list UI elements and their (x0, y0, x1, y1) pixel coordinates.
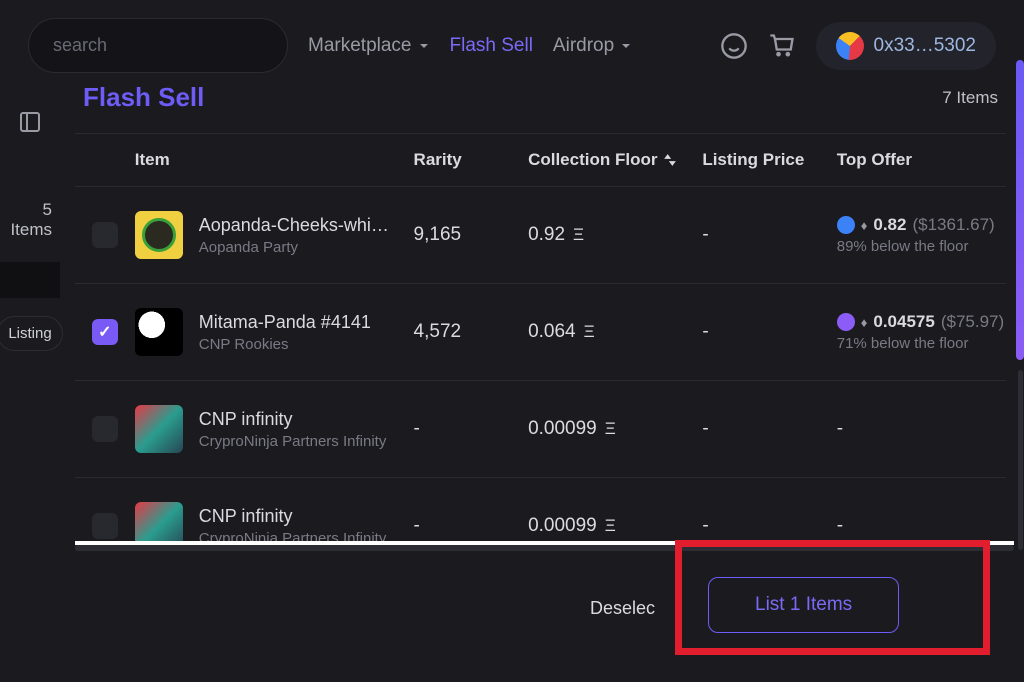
chevron-down-icon (620, 40, 632, 52)
item-collection: Aopanda Party (199, 239, 389, 256)
scrollbar-accent[interactable] (1016, 60, 1024, 360)
offer-cell: ♦ 0.04575 ($75.97) 71% below the floor (837, 312, 1006, 352)
row-checkbox[interactable] (92, 513, 118, 539)
floor-value: 0.92Ξ (528, 224, 702, 246)
nav-label: Flash Sell (450, 35, 533, 57)
wallet-avatar (836, 32, 864, 60)
table-row[interactable]: Mitama-Panda #4141 CNP Rookies 4,572 0.0… (75, 283, 1006, 380)
col-offer[interactable]: Top Offer (837, 150, 1006, 170)
nft-thumbnail (135, 308, 183, 356)
offer-usd: ($1361.67) (912, 215, 994, 235)
footer-divider-grey (75, 545, 1014, 551)
floor-value: 0.00099Ξ (528, 418, 702, 440)
sidebar-items-count: 5 Items (0, 190, 60, 250)
rarity-value: 4,572 (414, 321, 529, 343)
item-collection: CNP Rookies (199, 336, 371, 353)
activity-icon[interactable] (720, 32, 748, 60)
table-row[interactable]: Aopanda-Cheeks-whi… Aopanda Party 9,165 … (75, 186, 1006, 283)
scrollbar-track[interactable] (1018, 370, 1023, 550)
item-name: CNP infinity (199, 506, 387, 527)
rarity-value: - (414, 418, 529, 440)
search-input[interactable] (28, 18, 288, 73)
col-rarity[interactable]: Rarity (414, 150, 529, 170)
table-header: Item Rarity Collection Floor Listing Pri… (75, 133, 1006, 186)
sidebar: 5 Items Listing (0, 90, 60, 351)
col-floor-label: Collection Floor (528, 150, 657, 170)
row-checkbox[interactable] (92, 319, 118, 345)
table-row[interactable]: CNP infinity CryproNinja Partners Infini… (75, 380, 1006, 477)
rarity-value: - (414, 515, 529, 537)
nav-airdrop[interactable]: Airdrop (553, 35, 632, 57)
nav-label: Marketplace (308, 35, 412, 57)
col-floor[interactable]: Collection Floor (528, 150, 702, 170)
wallet-button[interactable]: 0x33…5302 (816, 22, 996, 70)
total-items: 7 Items (942, 88, 998, 108)
panel-icon[interactable] (18, 110, 42, 134)
nft-thumbnail (135, 211, 183, 259)
floor-value: 0.00099Ξ (528, 515, 702, 537)
listing-pill[interactable]: Listing (0, 316, 63, 351)
eth-icon: ♦ (861, 315, 868, 330)
sidebar-box (0, 262, 60, 298)
offer-value: - (837, 515, 1006, 537)
row-checkbox[interactable] (92, 222, 118, 248)
col-item: Item (135, 150, 414, 170)
wallet-address: 0x33…5302 (874, 35, 976, 57)
page-title: Flash Sell (83, 82, 204, 113)
listing-value: - (702, 418, 836, 440)
rarity-value: 9,165 (414, 224, 529, 246)
offer-usd: ($75.97) (941, 312, 1004, 332)
offer-below: 89% below the floor (837, 238, 1006, 255)
nft-thumbnail (135, 405, 183, 453)
offer-cell: ♦ 0.82 ($1361.67) 89% below the floor (837, 215, 1006, 255)
col-listing[interactable]: Listing Price (702, 150, 836, 170)
eth-icon: ♦ (861, 218, 868, 233)
row-checkbox[interactable] (92, 416, 118, 442)
offer-value: - (837, 418, 1006, 440)
item-name: Aopanda-Cheeks-whi… (199, 215, 389, 236)
listing-value: - (702, 321, 836, 343)
listing-value: - (702, 224, 836, 246)
item-name: Mitama-Panda #4141 (199, 312, 371, 333)
offer-below: 71% below the floor (837, 335, 1006, 352)
nav-marketplace[interactable]: Marketplace (308, 35, 430, 57)
deselect-button[interactable]: Deselec (590, 598, 655, 619)
nav-flash-sell[interactable]: Flash Sell (450, 35, 533, 57)
list-items-button[interactable]: List 1 Items (708, 577, 899, 633)
floor-value: 0.064Ξ (528, 321, 702, 343)
nav-label: Airdrop (553, 35, 614, 57)
table-row[interactable]: CNP infinity CryproNinja Partners Infini… (75, 477, 1006, 574)
cart-icon[interactable] (768, 32, 796, 60)
marketplace-badge-icon (837, 216, 855, 234)
marketplace-badge-icon (837, 313, 855, 331)
chevron-down-icon (418, 40, 430, 52)
listing-value: - (702, 515, 836, 537)
item-collection: CryproNinja Partners Infinity (199, 433, 387, 450)
sort-icon (663, 153, 677, 167)
offer-value: 0.04575 (873, 312, 934, 332)
offer-value: 0.82 (873, 215, 906, 235)
item-name: CNP infinity (199, 409, 387, 430)
